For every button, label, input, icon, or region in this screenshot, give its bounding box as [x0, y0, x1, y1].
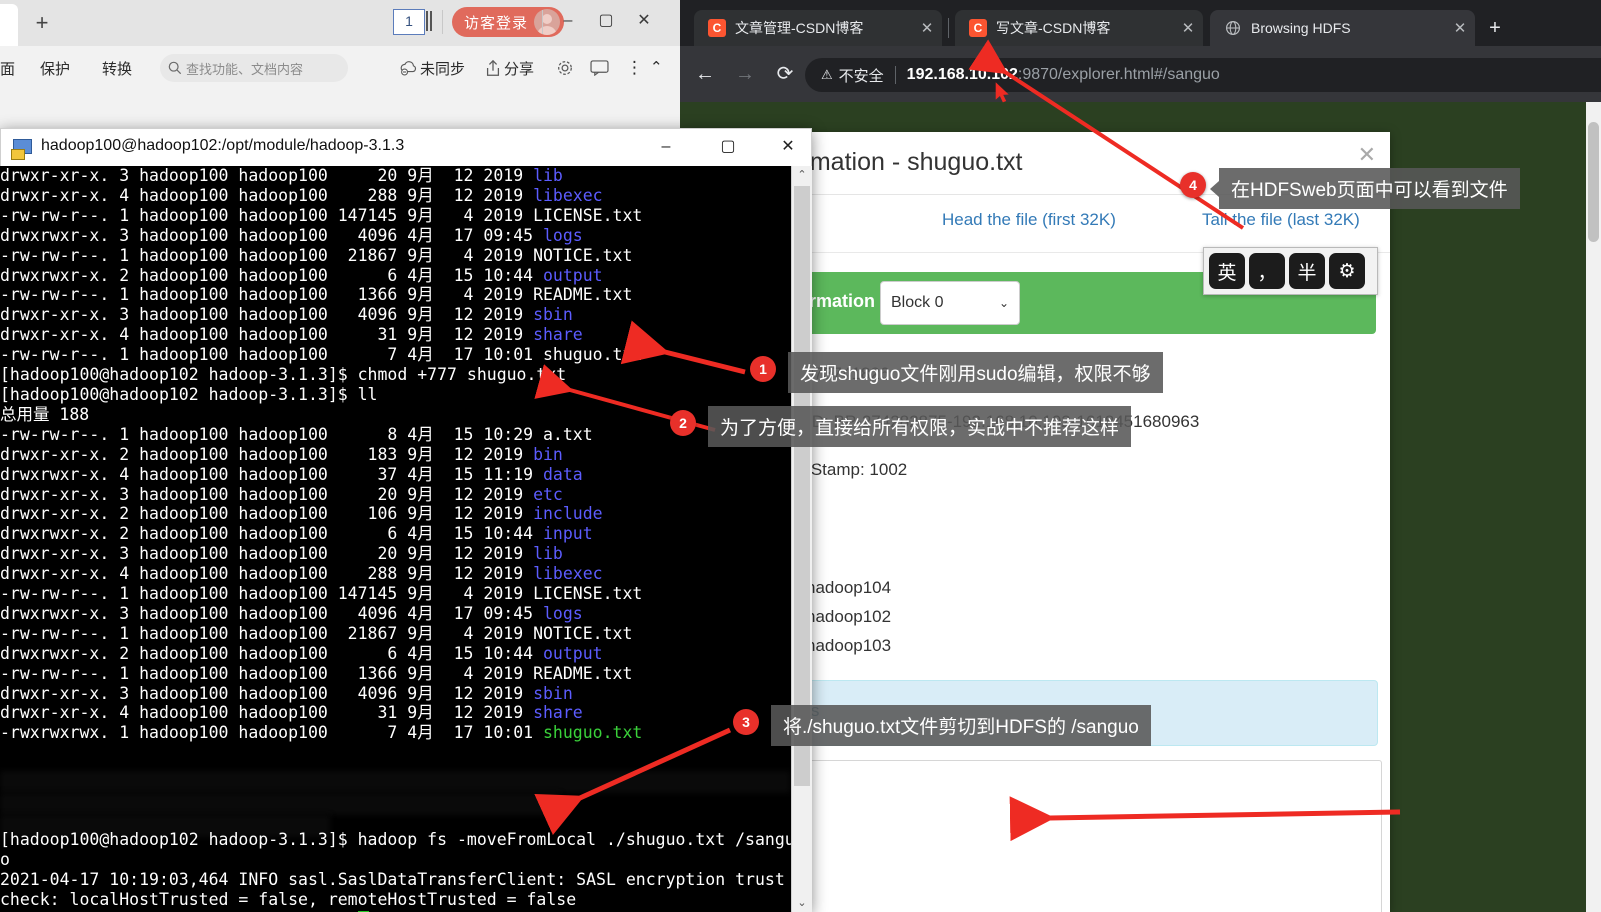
- comment-icon[interactable]: [590, 60, 609, 76]
- terminal-title-text: hadoop100@hadoop102:/opt/module/hadoop-3…: [41, 137, 405, 154]
- chrome-tab-strip: C 文章管理-CSDN博客 ✕ C 写文章-CSDN博客 ✕ Browsing …: [680, 0, 1601, 46]
- terminal-maximize-button[interactable]: ▢: [711, 135, 745, 161]
- redacted-line: [0, 793, 560, 815]
- list-item: hadoop102: [806, 602, 891, 631]
- tab-label: 文章管理-CSDN博客: [735, 20, 864, 36]
- new-tab-button[interactable]: +: [1482, 16, 1508, 42]
- wps-close-button[interactable]: ✕: [631, 10, 657, 34]
- terminal-scrollbar[interactable]: ⌃ ⌄: [791, 166, 812, 912]
- tail-file-link[interactable]: Tail the file (last 32K): [1202, 210, 1360, 230]
- ime-settings-gear-icon[interactable]: ⚙: [1329, 253, 1365, 289]
- annotation-text-3: 将./shuguo.txt文件剪切到HDFS的 /sanguo: [771, 705, 1151, 746]
- close-icon[interactable]: ✕: [1451, 19, 1469, 37]
- chevron-down-icon: ⌄: [998, 296, 1009, 310]
- csdn-icon: C: [969, 19, 987, 37]
- annotation-text-1: 发现shuguo文件刚用sudo编辑，权限不够: [788, 352, 1163, 393]
- wps-search-input[interactable]: 查找功能、文档内容: [160, 54, 348, 82]
- share-icon: [486, 59, 500, 76]
- wps-guest-login-button[interactable]: 访客登录: [452, 7, 565, 37]
- page-scrollbar[interactable]: [1586, 102, 1601, 912]
- list-item: hadoop103: [806, 631, 891, 660]
- wps-new-tab-button[interactable]: +: [28, 10, 56, 38]
- reload-button[interactable]: ⟳: [770, 60, 800, 90]
- terminal-text-tail: [hadoop100@hadoop102 hadoop-3.1.3]$ hado…: [0, 830, 795, 909]
- gear-icon[interactable]: [556, 59, 574, 77]
- scroll-up-arrow[interactable]: ⌃: [792, 166, 812, 184]
- wps-minimize-button[interactable]: –: [555, 10, 581, 34]
- file-content-preview[interactable]: shuguo: [720, 760, 1382, 912]
- divider: [542, 10, 543, 34]
- url-path: :9870/explorer.html#/sanguo: [1017, 66, 1220, 83]
- address-bar[interactable]: ⚠ 不安全 192.168.10.102 :9870/explorer.html…: [805, 58, 1601, 92]
- terminal-output[interactable]: drwxr-xr-x. 3 hadoop100 hadoop100 20 9月 …: [0, 166, 812, 912]
- annotation-text-2: 为了方便，直接给所有权限，实战中不推荐这样: [708, 406, 1132, 447]
- close-icon[interactable]: ✕: [1179, 19, 1197, 37]
- forward-button[interactable]: →: [730, 60, 760, 90]
- wps-more-menu-icon[interactable]: ⋮: [626, 58, 643, 78]
- ribbon-tab-protect[interactable]: 保护: [40, 58, 70, 79]
- search-icon: [168, 61, 182, 75]
- close-icon[interactable]: ✕: [918, 19, 936, 37]
- close-icon[interactable]: ✕: [1358, 142, 1376, 168]
- security-status-label[interactable]: 不安全: [839, 65, 884, 86]
- ribbon-tab-convert[interactable]: 转换: [102, 58, 132, 79]
- terminal-minimize-button[interactable]: –: [649, 135, 683, 161]
- cloud-sync-icon: [400, 61, 417, 76]
- wps-collapse-ribbon-icon[interactable]: ⌃: [650, 58, 663, 76]
- terminal-text: drwxr-xr-x. 3 hadoop100 hadoop100 20 9月 …: [0, 166, 643, 743]
- csdn-icon: C: [708, 19, 726, 37]
- tab-article-management[interactable]: C 文章管理-CSDN博客 ✕: [694, 10, 942, 46]
- wps-sync-status-label[interactable]: 未同步: [420, 58, 465, 79]
- xshell-icon: [11, 137, 33, 160]
- redacted-line: [0, 771, 790, 793]
- divider: [442, 10, 443, 34]
- warning-triangle-icon: ⚠: [821, 67, 833, 82]
- block-select-value: Block 0: [891, 294, 944, 311]
- terminal-window: hadoop100@hadoop102:/opt/module/hadoop-3…: [0, 128, 812, 912]
- terminal-close-button[interactable]: ✕: [771, 135, 805, 161]
- annotation-badge-3: 3: [733, 709, 759, 735]
- mouse-cursor: [995, 82, 1011, 109]
- page-content: File information - shuguo.txt ✕ Download…: [680, 102, 1601, 912]
- tab-label: 写文章-CSDN博客: [996, 20, 1111, 36]
- list-item: hadoop104: [806, 573, 891, 602]
- wps-view-toolbar: ‹ 5/23 › A 中 划词翻译 ▾: [0, 90, 680, 216]
- head-file-link[interactable]: Head the file (first 32K): [942, 210, 1116, 230]
- divider: [894, 66, 896, 84]
- wps-tab-bar: + 1 访客登录 – ▢ ✕: [0, 0, 680, 46]
- ime-width-toggle[interactable]: 半: [1289, 253, 1325, 289]
- wps-maximize-button[interactable]: ▢: [593, 10, 619, 34]
- wps-page-stack-icon: [425, 9, 433, 33]
- globe-icon: [1224, 19, 1242, 37]
- scrollbar-thumb[interactable]: [1588, 122, 1599, 242]
- annotation-badge-4: 4: [1180, 172, 1206, 198]
- wps-share-label[interactable]: 分享: [504, 58, 534, 79]
- ime-language-toggle[interactable]: 英: [1209, 253, 1245, 289]
- tab-write-article[interactable]: C 写文章-CSDN博客 ✕: [955, 10, 1203, 46]
- scrollbar-thumb[interactable]: [794, 186, 810, 786]
- block-select-dropdown[interactable]: Block 0 ⌄: [880, 281, 1020, 325]
- ime-punctuation-toggle[interactable]: ，: [1249, 253, 1285, 289]
- annotation-badge-1: 1: [750, 356, 776, 382]
- ime-floating-toolbar[interactable]: 英 ， 半 ⚙: [1203, 247, 1378, 295]
- wps-document-tab[interactable]: [0, 4, 18, 46]
- ribbon-tab-page[interactable]: 面: [0, 58, 15, 79]
- annotation-badge-2: 2: [670, 410, 696, 436]
- scroll-down-arrow[interactable]: ⌄: [792, 894, 812, 912]
- back-button[interactable]: ←: [690, 60, 720, 90]
- terminal-title-bar[interactable]: hadoop100@hadoop102:/opt/module/hadoop-3…: [0, 128, 812, 166]
- wps-page-count-badge: 1: [393, 9, 425, 35]
- divider: [948, 18, 949, 38]
- wps-guest-login-label: 访客登录: [464, 14, 529, 32]
- wps-ribbon: 面 保护 转换 查找功能、文档内容 未同步 分享 ⋮ ⌃: [0, 46, 680, 90]
- annotation-text-4: 在HDFSweb页面中可以看到文件: [1210, 168, 1520, 209]
- tab-label: Browsing HDFS: [1251, 20, 1351, 36]
- chrome-browser-window: C 文章管理-CSDN博客 ✕ C 写文章-CSDN博客 ✕ Browsing …: [680, 0, 1601, 912]
- wps-search-placeholder: 查找功能、文档内容: [186, 61, 304, 77]
- tab-browsing-hdfs[interactable]: Browsing HDFS ✕: [1210, 10, 1475, 46]
